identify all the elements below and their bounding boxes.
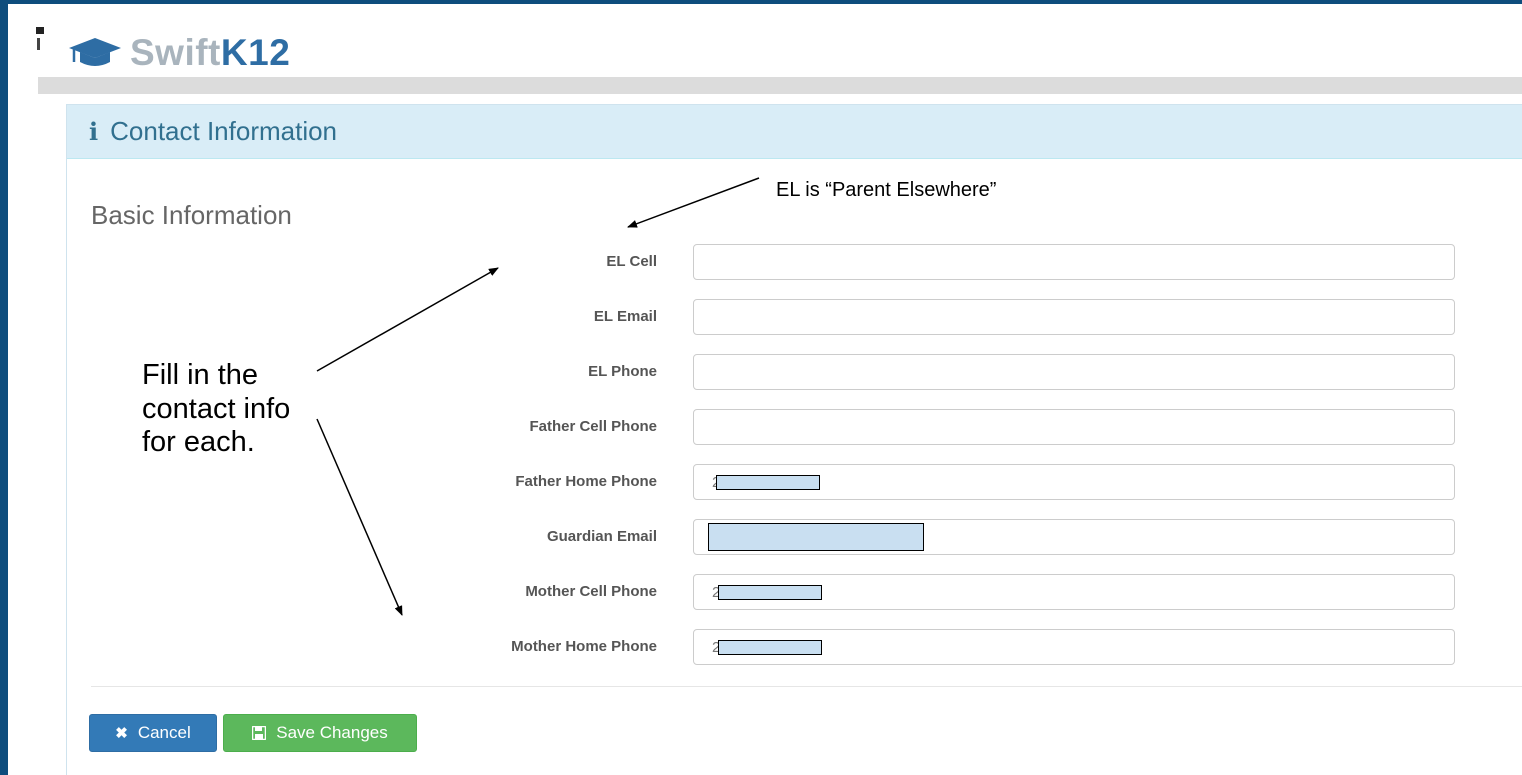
- father-cell-phone-label: Father Cell Phone: [529, 418, 657, 435]
- panel-title: Contact Information: [110, 116, 338, 146]
- app-window: SwiftK12 i Contact Information Basic Inf…: [8, 4, 1522, 775]
- top-navbar: SwiftK12: [8, 4, 1522, 76]
- el-cell-label: EL Cell: [606, 253, 657, 270]
- save-changes-button[interactable]: Save Changes: [223, 714, 417, 752]
- annotation-fill-note: Fill in the contact info for each.: [142, 359, 291, 458]
- guardian-email-input[interactable]: [693, 519, 1455, 555]
- guardian-email-label: Guardian Email: [546, 528, 657, 545]
- floppy-disk-icon: [252, 726, 267, 740]
- info-icon: i: [89, 117, 99, 146]
- el-phone-input[interactable]: [693, 354, 1455, 390]
- redaction-box: [718, 639, 823, 655]
- mother-cell-phone-label: Mother Cell Phone: [525, 583, 657, 600]
- father-home-phone-label: Father Home Phone: [515, 473, 657, 490]
- menu-toggle-icon[interactable]: [34, 26, 46, 52]
- close-icon: ✖: [115, 725, 128, 742]
- cancel-button-label: Cancel: [137, 723, 191, 742]
- redaction-box: [716, 474, 821, 490]
- annotation-el-note: EL is “Parent Elsewhere”: [776, 179, 997, 201]
- el-email-label: EL Email: [593, 308, 657, 325]
- redaction-box: [708, 523, 924, 551]
- app-logo[interactable]: SwiftK12: [68, 32, 290, 74]
- el-email-input[interactable]: [693, 299, 1455, 335]
- mother-home-phone-label: Mother Home Phone: [511, 638, 657, 655]
- header-divider-bar: [38, 77, 1522, 94]
- mother-cell-phone-input[interactable]: 2: [693, 574, 1455, 610]
- save-button-label: Save Changes: [276, 723, 388, 742]
- panel-heading: i Contact Information: [67, 105, 1522, 159]
- section-title: Basic Information: [91, 200, 292, 230]
- el-phone-label: EL Phone: [588, 363, 657, 380]
- el-cell-input[interactable]: [693, 244, 1455, 280]
- app-name: SwiftK12: [130, 32, 291, 73]
- father-cell-phone-input[interactable]: [693, 409, 1455, 445]
- cancel-button[interactable]: ✖ Cancel: [89, 714, 217, 752]
- graduation-cap-icon: [69, 38, 121, 66]
- redaction-box: [718, 584, 823, 600]
- father-home-phone-input[interactable]: 2: [693, 464, 1455, 500]
- form-divider: [91, 686, 1522, 687]
- mother-home-phone-input[interactable]: 2: [693, 629, 1455, 665]
